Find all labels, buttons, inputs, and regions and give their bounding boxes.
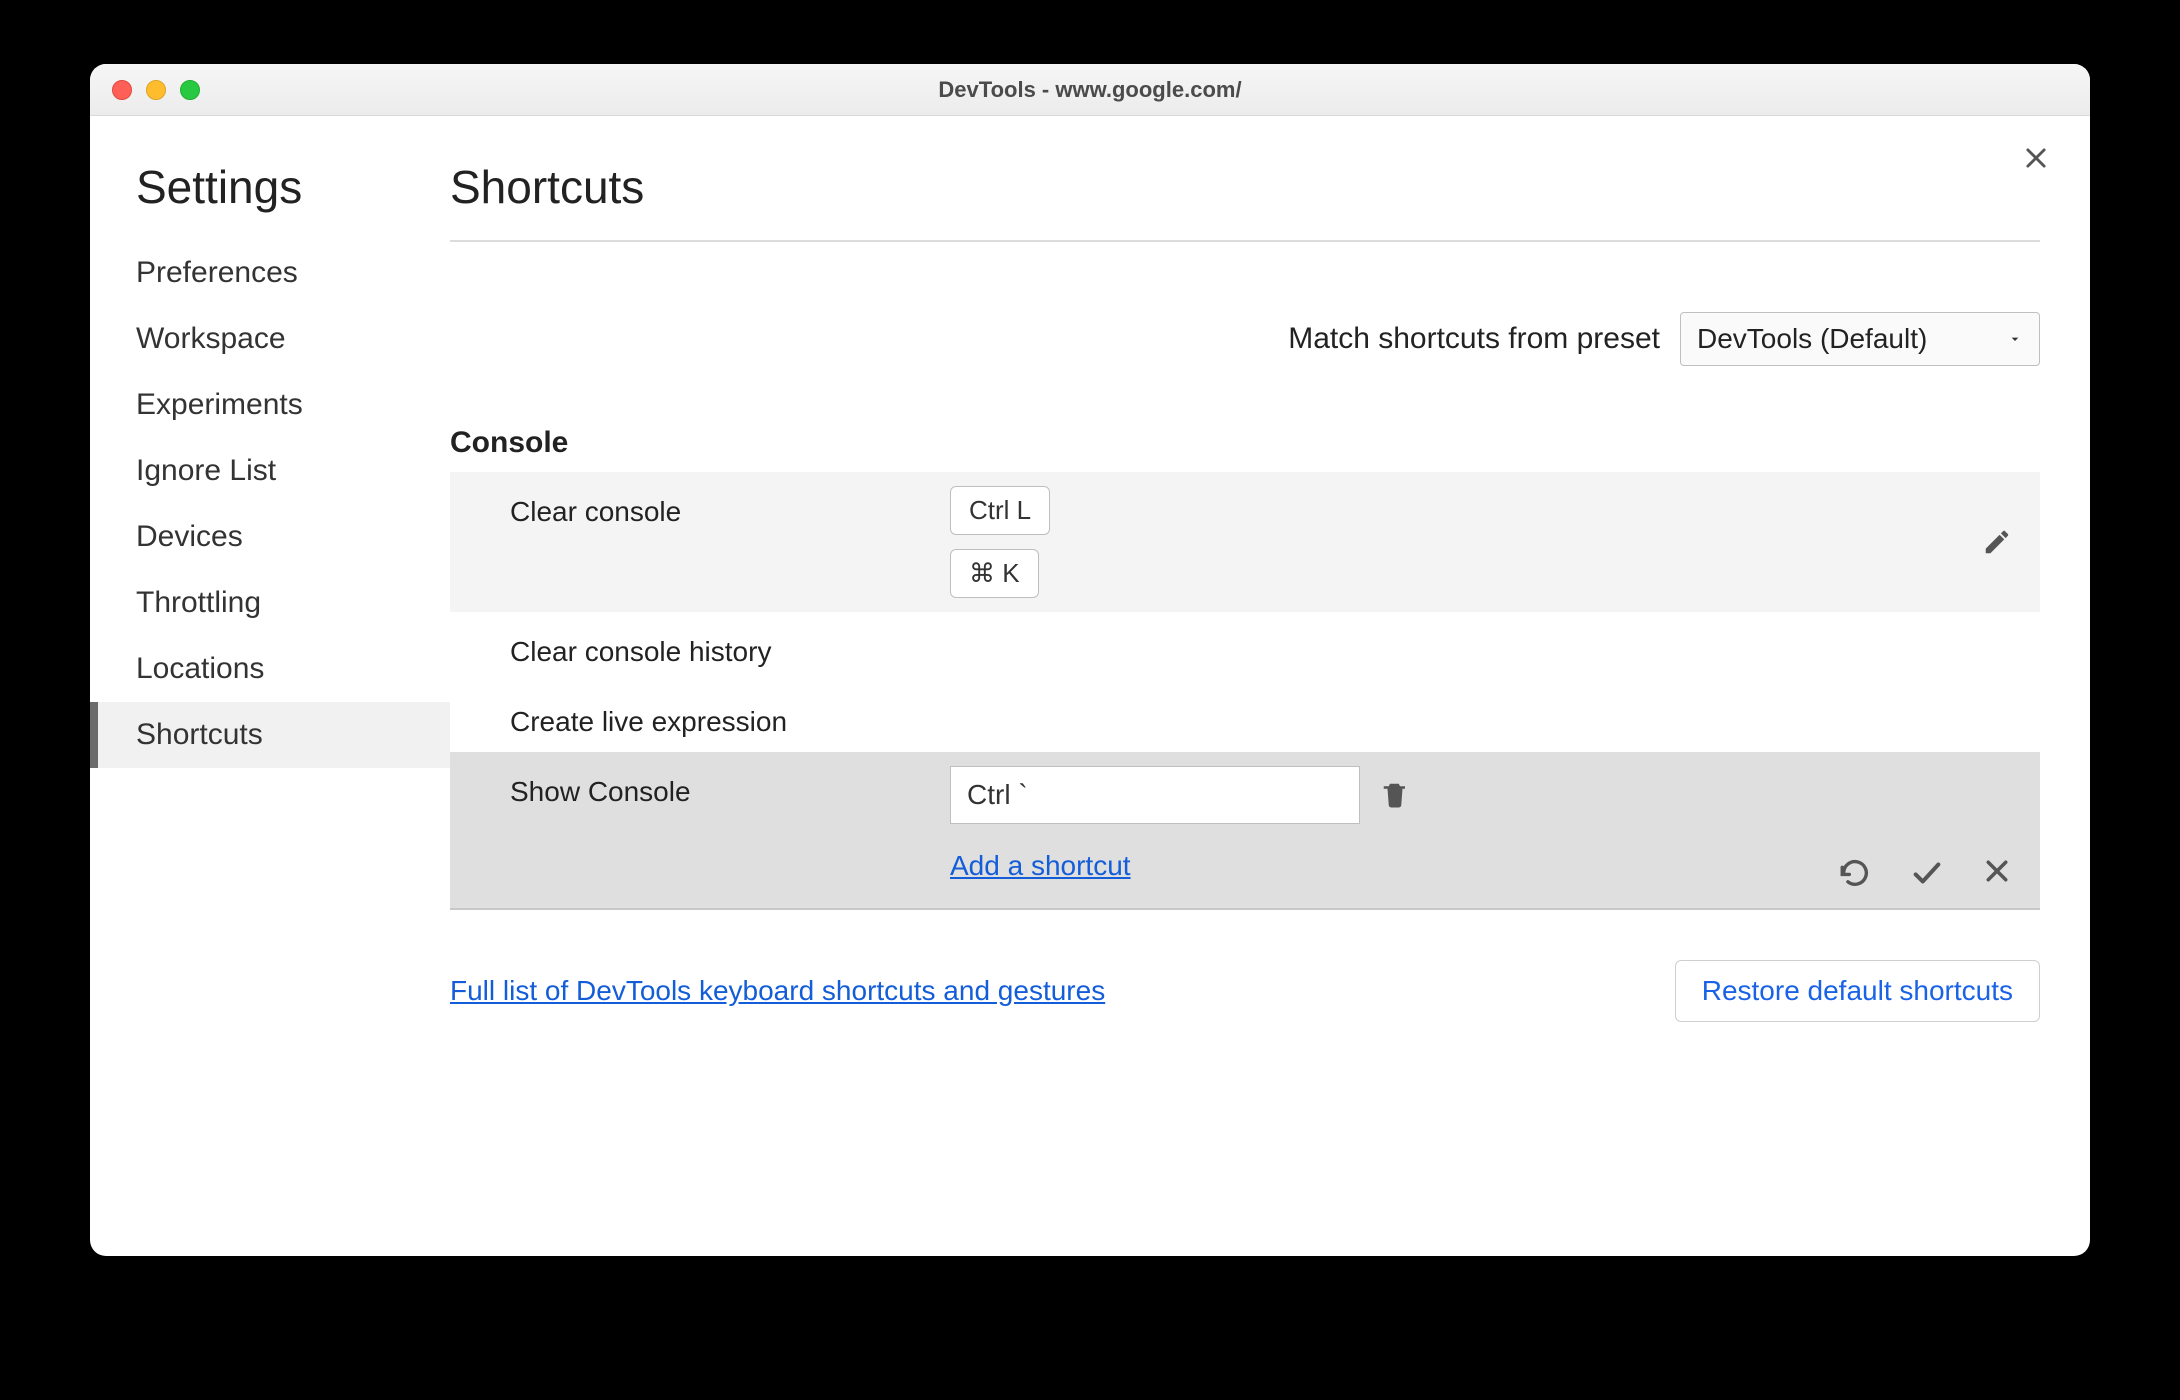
undo-icon xyxy=(1838,856,1872,890)
sidebar-item-workspace[interactable]: Workspace xyxy=(90,306,450,372)
shortcut-label: Create live expression xyxy=(510,696,950,738)
shortcut-row-show-console: Show Console Add a shortcut xyxy=(450,752,2040,910)
shortcut-label: Clear console history xyxy=(510,626,950,668)
trash-icon xyxy=(1380,780,1410,810)
sidebar-item-label: Preferences xyxy=(136,256,298,289)
sidebar-item-preferences[interactable]: Preferences xyxy=(90,240,450,306)
sidebar-item-label: Experiments xyxy=(136,388,303,421)
sidebar-item-experiments[interactable]: Experiments xyxy=(90,372,450,438)
main: Shortcuts Match shortcuts from preset De… xyxy=(450,116,2090,1256)
preset-label: Match shortcuts from preset xyxy=(1288,322,1660,356)
maximize-window-button[interactable] xyxy=(180,80,200,100)
editing-actions xyxy=(1838,856,2012,890)
window: DevTools - www.google.com/ Settings Pref… xyxy=(90,64,2090,1256)
sidebar-item-devices[interactable]: Devices xyxy=(90,504,450,570)
cancel-button[interactable] xyxy=(1982,856,2012,890)
sidebar-item-throttling[interactable]: Throttling xyxy=(90,570,450,636)
pencil-icon xyxy=(1982,527,2012,557)
close-icon[interactable] xyxy=(2022,144,2050,172)
window-title: DevTools - www.google.com/ xyxy=(90,77,2090,103)
sidebar-item-shortcuts[interactable]: Shortcuts xyxy=(90,702,450,768)
close-icon xyxy=(1982,856,2012,886)
edit-shortcut-button[interactable] xyxy=(1982,527,2012,557)
sidebar-item-label: Locations xyxy=(136,652,264,685)
sidebar: Settings Preferences Workspace Experimen… xyxy=(90,116,450,1256)
shortcut-row-create-live-expression[interactable]: Create live expression xyxy=(450,682,2040,752)
close-window-button[interactable] xyxy=(112,80,132,100)
restore-defaults-button[interactable]: Restore default shortcuts xyxy=(1675,960,2040,1022)
sidebar-item-label: Workspace xyxy=(136,322,286,355)
shortcut-input[interactable] xyxy=(950,766,1360,824)
traffic-lights xyxy=(112,80,200,100)
revert-button[interactable] xyxy=(1838,856,1872,890)
key-chip: Ctrl L xyxy=(950,486,1050,535)
shortcut-label: Show Console xyxy=(510,766,950,808)
preset-select[interactable]: DevTools (Default) xyxy=(1680,312,2040,366)
key-chip: ⌘ K xyxy=(950,549,1039,598)
sidebar-item-label: Devices xyxy=(136,520,243,553)
sidebar-title: Settings xyxy=(90,160,450,240)
page-title: Shortcuts xyxy=(450,160,2040,242)
add-shortcut-link[interactable]: Add a shortcut xyxy=(950,850,1131,882)
content: Settings Preferences Workspace Experimen… xyxy=(90,116,2090,1256)
preset-value: DevTools (Default) xyxy=(1697,323,1927,355)
confirm-button[interactable] xyxy=(1910,856,1944,890)
sidebar-item-label: Throttling xyxy=(136,586,261,619)
shortcut-row-clear-console[interactable]: Clear console Ctrl L ⌘ K xyxy=(450,472,2040,612)
caret-down-icon xyxy=(2007,331,2023,347)
check-icon xyxy=(1910,856,1944,890)
footer-row: Full list of DevTools keyboard shortcuts… xyxy=(450,960,2040,1022)
minimize-window-button[interactable] xyxy=(146,80,166,100)
section-heading-console: Console xyxy=(450,426,2040,460)
titlebar: DevTools - www.google.com/ xyxy=(90,64,2090,116)
full-list-link[interactable]: Full list of DevTools keyboard shortcuts… xyxy=(450,975,1105,1007)
delete-shortcut-button[interactable] xyxy=(1380,780,1410,810)
shortcut-keys: Ctrl L ⌘ K xyxy=(950,486,1050,598)
preset-row: Match shortcuts from preset DevTools (De… xyxy=(450,312,2040,366)
sidebar-item-label: Ignore List xyxy=(136,454,276,487)
shortcut-label: Clear console xyxy=(510,486,950,528)
shortcut-edit-area: Add a shortcut xyxy=(950,766,1410,882)
sidebar-item-locations[interactable]: Locations xyxy=(90,636,450,702)
shortcut-row-clear-console-history[interactable]: Clear console history xyxy=(450,612,2040,682)
sidebar-item-ignore-list[interactable]: Ignore List xyxy=(90,438,450,504)
sidebar-item-label: Shortcuts xyxy=(136,718,263,751)
